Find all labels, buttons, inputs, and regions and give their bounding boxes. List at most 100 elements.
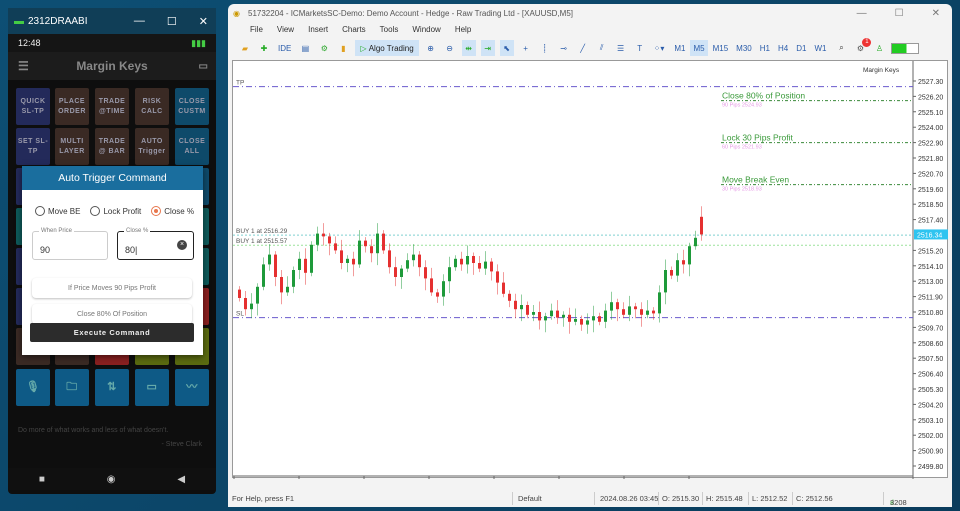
microphone-button[interactable]: 🎙 <box>16 369 50 406</box>
when-price-field[interactable]: When Price 90 <box>32 228 108 260</box>
trigger-sublabel: 60 Pips 2521.93 <box>722 145 762 151</box>
swap-button[interactable]: ⇅ <box>95 369 129 406</box>
candle-body <box>328 236 331 244</box>
lock-icon[interactable]: ▮ <box>336 40 350 56</box>
candle-body <box>280 277 283 293</box>
candle-body <box>682 260 685 265</box>
price-chart[interactable]: 2527.30 2526.20 2525.10 2524.00 2522.90 2521.… <box>232 60 949 489</box>
minimize-button[interactable]: — <box>134 15 145 28</box>
menu-insert[interactable]: Insert <box>308 25 328 34</box>
radio-move-be[interactable]: Move BE <box>35 206 80 216</box>
candle-body <box>694 237 697 247</box>
candle-body <box>430 278 433 293</box>
candle-body <box>532 312 535 315</box>
timeframe-h4[interactable]: H4 <box>775 40 791 56</box>
menu-tools[interactable]: Tools <box>380 25 399 34</box>
tile-button[interactable]: CLOSE CUSTM <box>175 88 209 125</box>
menu-view[interactable]: View <box>277 25 294 34</box>
data-window-icon[interactable]: ▤ <box>298 40 312 56</box>
candle-body <box>334 243 337 251</box>
close-button[interactable]: ✕ <box>932 8 940 19</box>
autoscroll-icon[interactable]: ⇥ <box>480 40 495 56</box>
timeframe-m30[interactable]: M30 <box>733 40 755 56</box>
candle-body <box>502 282 505 294</box>
text-icon[interactable]: T <box>633 40 647 56</box>
settings-icon[interactable]: ⚙ <box>317 40 331 56</box>
menu-window[interactable]: Window <box>412 25 440 34</box>
timeframe-w1[interactable]: W1 <box>811 40 829 56</box>
tile-button[interactable]: TRADE @ BAR <box>95 128 129 165</box>
cursor-icon[interactable]: ⬉ <box>499 40 514 56</box>
timeframe-m1[interactable]: M1 <box>671 40 688 56</box>
radio-close-percent[interactable]: Close % <box>151 206 194 216</box>
close-button[interactable]: ✕ <box>199 15 208 28</box>
menu-charts[interactable]: Charts <box>342 25 366 34</box>
candle-body <box>376 233 379 254</box>
signal-icon[interactable]: ♙ <box>872 40 886 56</box>
zoom-out-icon[interactable]: ⊖ <box>443 40 457 56</box>
candle-body <box>268 254 271 265</box>
vertical-line-icon[interactable]: ⸽ <box>538 40 552 56</box>
tile-button[interactable]: QUICK SL-TP <box>16 88 50 125</box>
tile-button[interactable]: RISK CALC <box>135 88 169 125</box>
horizontal-line-icon[interactable]: ⊸ <box>557 40 571 56</box>
home-button[interactable]: ◉ <box>107 474 116 485</box>
candle-body <box>460 258 463 265</box>
app-title: Margin Keys <box>76 59 148 73</box>
tile-button[interactable]: CLOSE ALL <box>175 128 209 165</box>
maximize-button[interactable]: ☐ <box>895 8 904 19</box>
tile-button[interactable]: MULTI LAYER <box>55 128 89 165</box>
channel-icon[interactable]: ⫽ <box>595 40 609 56</box>
menu-icon[interactable]: ☰ <box>18 59 29 73</box>
trendline-icon[interactable]: ╱ <box>576 40 590 56</box>
tile-button[interactable]: TRADE @TIME <box>95 88 129 125</box>
ide-button[interactable]: IDE <box>276 40 293 56</box>
crosshair-icon[interactable]: + <box>519 40 533 56</box>
chart-canvas[interactable]: 2527.30 2526.20 2525.10 2524.00 2522.90 2521.… <box>233 61 949 489</box>
timeframe-m15[interactable]: M15 <box>710 40 732 56</box>
add-symbol-icon[interactable]: ✚ <box>257 40 271 56</box>
candle-body <box>538 312 541 321</box>
clear-icon[interactable]: × <box>177 240 187 250</box>
shapes-icon[interactable]: ⁘▾ <box>652 40 667 56</box>
timeframe-h1[interactable]: H1 <box>757 40 773 56</box>
close-percent-field[interactable]: Close % 80| × <box>117 228 194 260</box>
candle-body <box>568 314 571 322</box>
trend-button[interactable]: 〰 <box>175 369 209 406</box>
tile-button[interactable]: SET SL-TP <box>16 128 50 165</box>
minimize-button[interactable]: — <box>857 8 867 19</box>
back-button[interactable]: ◀ <box>177 474 185 485</box>
devices-icon[interactable]: ▭ <box>199 61 208 72</box>
candle-body <box>490 261 493 272</box>
shift-chart-icon[interactable]: ⇹ <box>461 40 476 56</box>
trigger-sublabel: 90 Pips 2524.93 <box>722 103 762 109</box>
candle-body <box>310 244 313 273</box>
current-price-label: 2516.34 <box>917 232 942 239</box>
tile-button[interactable]: AUTO Trigger <box>135 128 169 165</box>
folder-button[interactable]: 🗀 <box>55 369 89 406</box>
menu-help[interactable]: Help <box>455 25 471 34</box>
fibonacci-icon[interactable]: ☰ <box>614 40 628 56</box>
zoom-in-icon[interactable]: ⊕ <box>424 40 438 56</box>
maximize-button[interactable]: ☐ <box>167 15 177 28</box>
menu-file[interactable]: File <box>250 25 263 34</box>
candle-body <box>388 250 391 268</box>
tile-button[interactable]: PLACE ORDER <box>55 88 89 125</box>
radio-lock-profit[interactable]: Lock Profit <box>90 206 141 216</box>
timeframe-m5[interactable]: M5 <box>690 40 708 56</box>
candle-body <box>658 292 661 314</box>
quote-author: - Steve Clark <box>161 441 202 448</box>
execute-command-button[interactable]: Execute Command <box>30 323 194 342</box>
search-icon[interactable]: ⌕ <box>834 40 848 56</box>
candle-body <box>616 302 619 310</box>
candle-body <box>358 240 361 265</box>
new-chart-icon[interactable]: ▰ <box>238 40 252 56</box>
recents-button[interactable]: ■ <box>39 474 45 485</box>
algo-trading-button[interactable]: ▷ Algo Trading <box>355 40 419 56</box>
candle-body <box>622 309 625 315</box>
notifications-icon[interactable]: ⚙ 1 <box>853 38 872 56</box>
timeframe-d1[interactable]: D1 <box>793 40 809 56</box>
window-button[interactable]: ▭ <box>135 369 169 406</box>
candle-body <box>454 258 457 268</box>
candle-body <box>352 258 355 265</box>
